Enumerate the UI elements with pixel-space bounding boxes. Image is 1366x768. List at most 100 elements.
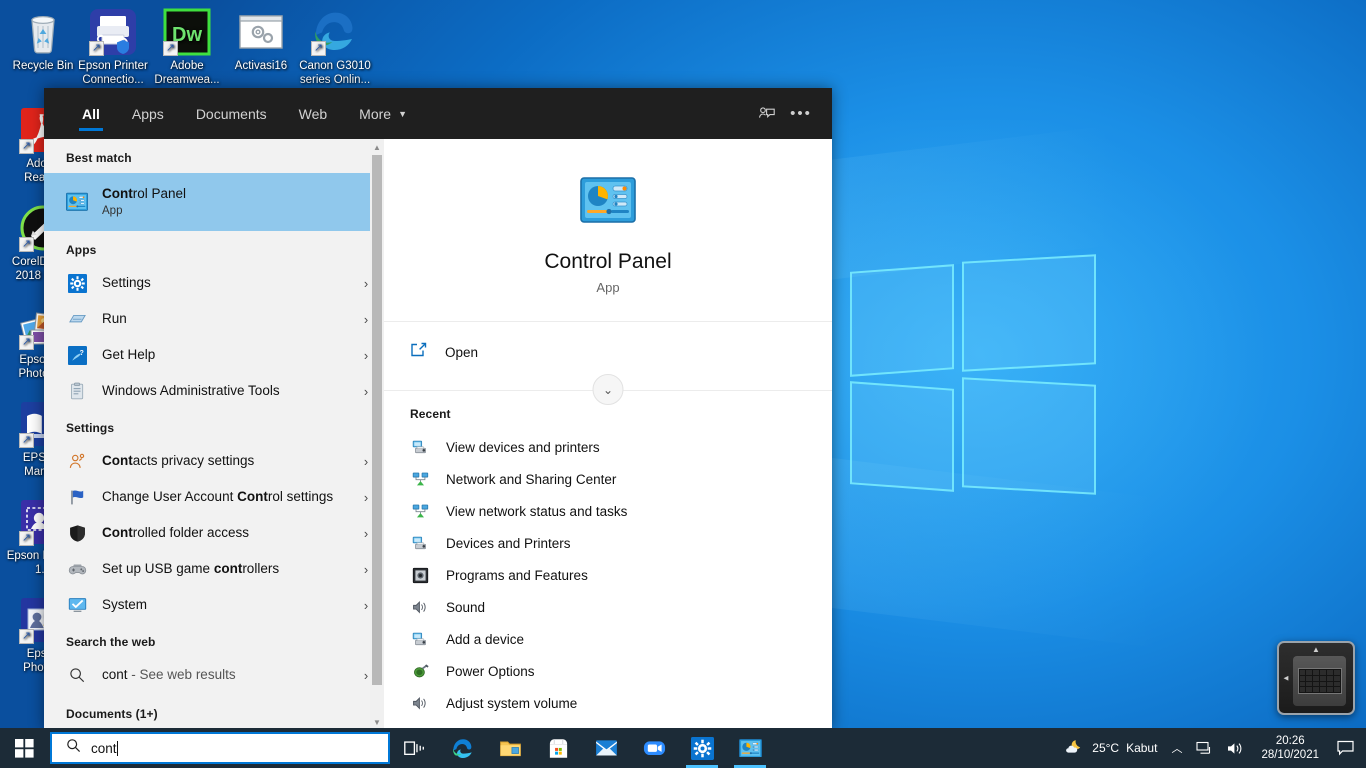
chevron-down-icon[interactable]: ⌄ <box>592 374 624 405</box>
preview-actions: Open ⌄ <box>384 322 832 405</box>
setting-result-change-user-account-control-settings[interactable]: Change User Account Control settings › <box>44 479 384 515</box>
settings-button[interactable] <box>678 728 726 768</box>
web-result[interactable]: cont - See web results › <box>44 657 384 693</box>
volume-icon[interactable] <box>1220 728 1252 768</box>
more-options-icon[interactable]: ••• <box>784 97 818 131</box>
recent-item[interactable]: Adjust system volume <box>384 687 832 719</box>
windows-logo-pane <box>850 381 954 492</box>
recent-item-label: Add a device <box>446 631 525 647</box>
on-screen-keyboard-widget[interactable]: ▲ ◄ <box>1277 641 1355 715</box>
desktop-icon-adobe-dreamweaver[interactable]: Dw ↗ Adobe Dreamwea... <box>150 8 224 87</box>
apps-heading: Apps <box>66 243 97 257</box>
network-sharing-icon <box>410 501 430 521</box>
action-center-icon[interactable] <box>1328 740 1362 756</box>
recent-item[interactable]: Add a device <box>384 623 832 655</box>
zoom-camera-icon <box>643 739 666 757</box>
power-options-icon <box>410 661 430 681</box>
desktop-icon-activasi16[interactable]: Activasi16 <box>224 8 298 74</box>
tab-documents[interactable]: Documents <box>180 88 283 139</box>
documents-heading: Documents (1+) <box>66 707 158 721</box>
recent-section: Recent View devices and printers Network … <box>384 391 832 730</box>
activasi16-icon <box>237 8 285 56</box>
devices-printers-icon <box>410 629 430 649</box>
mail-icon <box>595 739 618 757</box>
osk-expand-left-icon[interactable]: ◄ <box>1282 674 1290 683</box>
setting-result-acts-privacy-settings[interactable]: Contacts privacy settings › <box>44 443 384 479</box>
microsoft-store-button[interactable] <box>534 728 582 768</box>
result-label: Settings <box>102 275 151 290</box>
clock[interactable]: 20:26 28/10/2021 <box>1252 728 1328 768</box>
epson-printer-connection-icon: ↗ <box>89 8 137 56</box>
desktop-icon-epson-printer-connection[interactable]: ↗ Epson Printer Connectio... <box>76 8 150 87</box>
canon-g3010-icon: ↗ <box>311 8 359 56</box>
result-label: Change User Account Control settings <box>102 489 334 504</box>
osk-expand-up-icon[interactable]: ▲ <box>1312 645 1320 654</box>
desktop-icon-recycle-bin[interactable]: Recycle Bin <box>6 8 80 74</box>
app-result-settings[interactable]: Settings › <box>44 265 384 301</box>
tab-more[interactable]: More ▼ <box>343 88 423 139</box>
svg-text:?: ? <box>79 350 83 357</box>
edge-button[interactable] <box>438 728 486 768</box>
start-button[interactable] <box>0 728 48 768</box>
sound-icon <box>410 693 430 713</box>
setting-result-set-up-usb-game-controllers[interactable]: Set up USB game controllers › <box>44 551 384 587</box>
shortcut-overlay-icon: ↗ <box>19 531 34 546</box>
system-tray: 25°C Kabut ︿ 20:26 28/10/2021 <box>1055 728 1366 768</box>
tab-apps[interactable]: Apps <box>116 88 180 139</box>
tab-web[interactable]: Web <box>283 88 344 139</box>
clock-time: 20:26 <box>1275 735 1305 747</box>
control-panel-button[interactable] <box>726 728 774 768</box>
recent-item[interactable]: Network and Sharing Center <box>384 463 832 495</box>
search-results-scroll[interactable]: Best match Control Panel App Apps Settings › R… <box>44 139 384 730</box>
network-icon[interactable] <box>1189 728 1220 768</box>
preview-app-title: Control Panel <box>544 250 672 273</box>
moon-cloud-icon <box>1065 738 1085 759</box>
tab-label: All <box>82 105 100 122</box>
search-icon <box>66 738 81 758</box>
desktop-icon-canon-g3010[interactable]: ↗ Canon G3010 series Onlin... <box>298 8 372 87</box>
search-flyout-header: All Apps Documents Web More ▼ ••• <box>44 88 832 139</box>
app-result-run[interactable]: Run › <box>44 301 384 337</box>
scroll-up-arrow[interactable]: ▲ <box>370 139 384 155</box>
devices-printers-icon <box>410 533 430 553</box>
weather-temperature: 25°C <box>1092 741 1120 755</box>
recent-item-label: Power Options <box>446 663 535 679</box>
setting-result-rolled-folder-access[interactable]: Controlled folder access › <box>44 515 384 551</box>
recent-item[interactable]: View network status and tasks <box>384 495 832 527</box>
task-view-icon <box>403 739 426 757</box>
open-action[interactable]: Open <box>384 336 832 368</box>
app-result-windows-administrative-tools[interactable]: Windows Administrative Tools › <box>44 373 384 409</box>
windows-logo-pane <box>962 254 1096 372</box>
devices-printers-icon <box>410 437 430 457</box>
network-sharing-icon <box>410 469 430 489</box>
search-input[interactable]: cont <box>50 732 390 764</box>
zoom-button[interactable] <box>630 728 678 768</box>
shortcut-overlay-icon: ↗ <box>19 139 34 154</box>
chevron-down-icon: ▼ <box>398 108 407 119</box>
weather-widget[interactable]: 25°C Kabut <box>1055 728 1164 768</box>
feedback-icon[interactable] <box>750 97 784 131</box>
setting-result-system[interactable]: System › <box>44 587 384 623</box>
recent-item[interactable]: Devices and Printers <box>384 527 832 559</box>
desktop-icon-label: Recycle Bin <box>12 60 74 72</box>
shortcut-overlay-icon: ↗ <box>19 629 34 644</box>
app-result-get-help[interactable]: ? Get Help › <box>44 337 384 373</box>
scrollbar-thumb[interactable] <box>372 155 382 685</box>
recent-item-label: View devices and printers <box>446 439 600 455</box>
task-view-button[interactable] <box>390 728 438 768</box>
result-label: Get Help <box>102 347 156 362</box>
mail-button[interactable] <box>582 728 630 768</box>
recent-item[interactable]: Sound <box>384 591 832 623</box>
recent-item[interactable]: View devices and printers <box>384 431 832 463</box>
shortcut-overlay-icon: ↗ <box>19 237 34 252</box>
recent-item[interactable]: Power Options <box>384 655 832 687</box>
programs-features-icon <box>410 565 430 585</box>
results-scrollbar[interactable]: ▲ ▼ <box>370 139 384 730</box>
control-panel-icon <box>66 191 88 213</box>
chevron-up-icon[interactable]: ︿ <box>1164 728 1189 768</box>
recent-item[interactable]: Programs and Features <box>384 559 832 591</box>
tab-all[interactable]: All <box>66 88 116 139</box>
best-match-result[interactable]: Control Panel App <box>44 173 384 231</box>
preview-hero: Control Panel App <box>384 139 832 322</box>
file-explorer-button[interactable] <box>486 728 534 768</box>
